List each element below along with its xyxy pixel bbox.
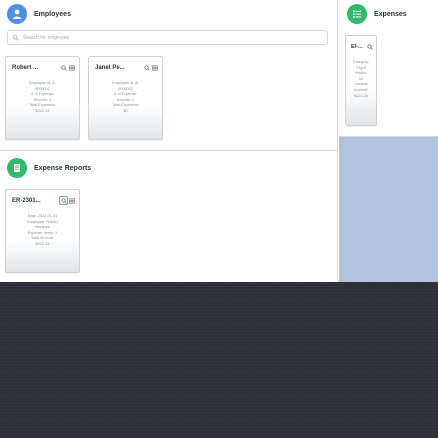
report-name: ER-2301... xyxy=(12,197,41,204)
zoom-icon[interactable] xyxy=(60,64,67,71)
employee-card-janet[interactable]: Janet Pe... Employee Id: A- 0000002 # of… xyxy=(88,56,163,140)
card-line: $222.34 xyxy=(35,108,50,113)
table-icon[interactable] xyxy=(151,64,158,71)
list-icon xyxy=(347,4,367,24)
app-window: Employees Robert ... Emp xyxy=(0,0,438,282)
zoom-icon[interactable] xyxy=(366,43,373,50)
expense-report-card[interactable]: ER-2301... Date: 2023-01-31 Employee: Ro… xyxy=(5,189,80,273)
expenses-panel: Expenses El-... Category: Flight Vendor:… xyxy=(339,0,438,137)
zoom-icon[interactable] xyxy=(143,64,150,71)
desktop-background xyxy=(0,282,438,438)
employee-search-input[interactable] xyxy=(23,34,313,41)
report-icon xyxy=(7,158,27,178)
employees-header: Employees xyxy=(7,4,71,24)
expense-reports-title: Expense Reports xyxy=(34,164,92,172)
expense-card[interactable]: El-... Category: Flight Vendor: Air Cana… xyxy=(345,35,377,126)
card-line: $222.34 xyxy=(354,93,368,98)
expense-reports-header: Expense Reports xyxy=(7,158,91,178)
table-icon[interactable] xyxy=(68,197,75,204)
employees-panel: Employees Robert ... Emp xyxy=(0,0,338,151)
employees-title: Employees xyxy=(34,10,71,18)
zoom-icon[interactable] xyxy=(59,196,68,205)
expense-reports-panel: Expense Reports ER-2301... Date: 2023-01… xyxy=(0,151,338,282)
person-icon xyxy=(7,4,27,24)
card-line: $0 xyxy=(123,108,128,113)
expense-name: El-... xyxy=(351,43,363,50)
table-icon[interactable] xyxy=(68,64,75,71)
employee-name: Robert ... xyxy=(12,64,39,71)
employee-name: Janet Pe... xyxy=(95,64,125,71)
empty-panel-area xyxy=(339,137,438,282)
employee-card-robert[interactable]: Robert ... Employee Id: A- 0000001 # of … xyxy=(5,56,80,140)
search-icon xyxy=(13,34,19,41)
employee-search-box[interactable] xyxy=(7,30,328,45)
expenses-title: Expenses xyxy=(374,10,407,18)
expenses-header: Expenses xyxy=(347,4,407,24)
card-line: $222.34 xyxy=(35,241,50,246)
